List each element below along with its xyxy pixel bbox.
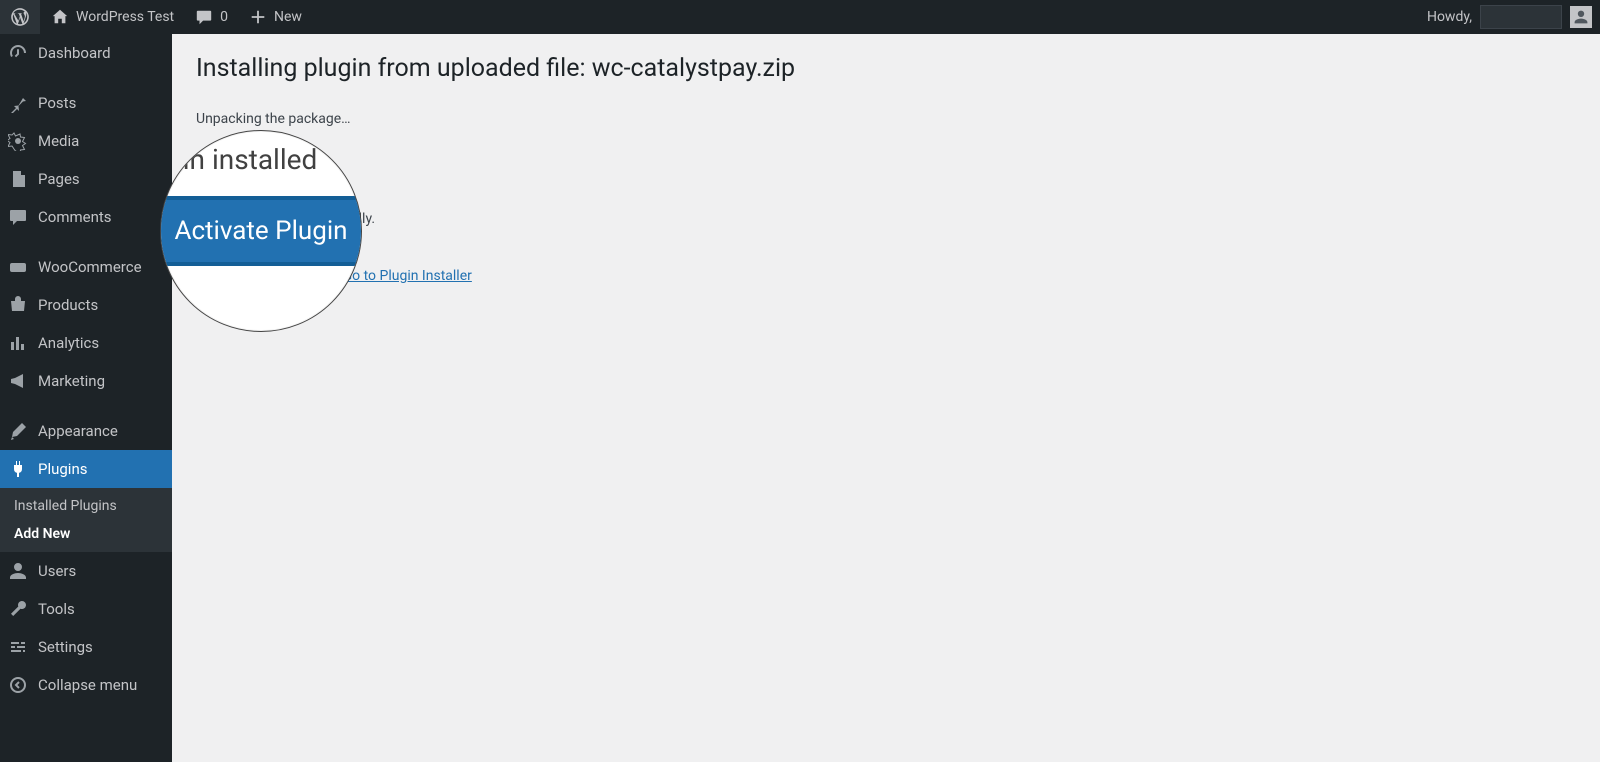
brush-icon bbox=[8, 421, 28, 441]
plugins-submenu: Installed Plugins Add New bbox=[0, 488, 172, 552]
sidebar-item-analytics[interactable]: Analytics bbox=[0, 324, 172, 362]
sidebar-label: Collapse menu bbox=[38, 676, 137, 694]
admin-toolbar-left: WordPress Test 0 New bbox=[0, 0, 312, 34]
sidebar-label: Posts bbox=[38, 94, 76, 112]
sidebar-item-users[interactable]: Users bbox=[0, 552, 172, 590]
sidebar-label: Settings bbox=[38, 638, 93, 656]
sidebar-label: Products bbox=[38, 296, 98, 314]
sliders-icon bbox=[8, 637, 28, 657]
sidebar-item-dashboard[interactable]: Dashboard bbox=[0, 34, 172, 72]
site-title-link[interactable]: WordPress Test bbox=[40, 0, 184, 34]
sidebar-item-appearance[interactable]: Appearance bbox=[0, 412, 172, 450]
sidebar-label: Appearance bbox=[38, 422, 118, 440]
dashboard-icon bbox=[8, 43, 28, 63]
admin-toolbar: WordPress Test 0 New Howdy, bbox=[0, 0, 1600, 34]
sidebar-label: Pages bbox=[38, 170, 80, 188]
username-placeholder[interactable] bbox=[1480, 5, 1562, 29]
sidebar-item-woocommerce[interactable]: WooCommerce bbox=[0, 248, 172, 286]
pin-icon bbox=[8, 93, 28, 113]
user-icon bbox=[8, 561, 28, 581]
home-icon bbox=[50, 7, 70, 27]
sidebar-label: Analytics bbox=[38, 334, 99, 352]
howdy-text: Howdy, bbox=[1427, 9, 1472, 25]
sidebar-label: Tools bbox=[38, 600, 75, 618]
sidebar-item-plugins[interactable]: Plugins bbox=[0, 450, 172, 488]
media-icon bbox=[8, 131, 28, 151]
submenu-installed-plugins[interactable]: Installed Plugins bbox=[0, 492, 172, 520]
sidebar-item-settings[interactable]: Settings bbox=[0, 628, 172, 666]
status-success: Plugin installed successfully. bbox=[196, 211, 1576, 227]
site-title-text: WordPress Test bbox=[76, 9, 174, 25]
zoom-lens-content: gin installed Activate Plugin bbox=[160, 143, 362, 266]
sidebar-label: Media bbox=[38, 132, 79, 150]
menu-separator bbox=[0, 72, 172, 84]
zoom-activate-plugin-button[interactable]: Activate Plugin bbox=[160, 200, 362, 262]
new-label: New bbox=[274, 9, 302, 25]
plus-icon bbox=[248, 7, 268, 27]
sidebar-item-pages[interactable]: Pages bbox=[0, 160, 172, 198]
woocommerce-icon bbox=[8, 257, 28, 277]
menu-separator bbox=[0, 400, 172, 412]
zoom-title-fragment: gin installed bbox=[160, 143, 362, 176]
page-icon bbox=[8, 169, 28, 189]
sidebar-item-collapse[interactable]: Collapse menu bbox=[0, 666, 172, 704]
zoom-lens-overlay: gin installed Activate Plugin bbox=[160, 130, 362, 332]
sidebar-item-posts[interactable]: Posts bbox=[0, 84, 172, 122]
post-install-actions: Activate Plugin Go to Plugin Installer bbox=[196, 261, 1576, 291]
sidebar-label: Comments bbox=[38, 208, 112, 226]
comments-link[interactable]: 0 bbox=[184, 0, 238, 34]
main-content: Installing plugin from uploaded file: wc… bbox=[172, 34, 1600, 762]
submenu-add-new[interactable]: Add New bbox=[0, 520, 172, 548]
wp-logo-menu[interactable] bbox=[0, 0, 40, 34]
zoom-button-frame: Activate Plugin bbox=[160, 196, 362, 266]
sidebar-label: Marketing bbox=[38, 372, 105, 390]
comment-icon bbox=[194, 7, 214, 27]
sidebar-item-marketing[interactable]: Marketing bbox=[0, 362, 172, 400]
new-content-link[interactable]: New bbox=[238, 0, 312, 34]
analytics-icon bbox=[8, 333, 28, 353]
plug-icon bbox=[8, 459, 28, 479]
status-unpacking: Unpacking the package… bbox=[196, 111, 1576, 127]
user-avatar-icon bbox=[1573, 9, 1589, 25]
sidebar-label: Dashboard bbox=[38, 44, 111, 62]
products-icon bbox=[8, 295, 28, 315]
wordpress-logo-icon bbox=[10, 7, 30, 27]
sidebar-item-comments[interactable]: Comments bbox=[0, 198, 172, 236]
admin-sidebar: Dashboard Posts Media Pages Comments Woo… bbox=[0, 34, 172, 762]
comment-icon bbox=[8, 207, 28, 227]
return-to-installer-link[interactable]: Go to Plugin Installer bbox=[343, 268, 472, 284]
collapse-icon bbox=[8, 675, 28, 695]
sidebar-item-products[interactable]: Products bbox=[0, 286, 172, 324]
avatar[interactable] bbox=[1570, 6, 1592, 28]
wrench-icon bbox=[8, 599, 28, 619]
megaphone-icon bbox=[8, 371, 28, 391]
admin-toolbar-right: Howdy, bbox=[1427, 5, 1600, 29]
comments-count: 0 bbox=[220, 9, 228, 25]
page-title: Installing plugin from uploaded file: wc… bbox=[196, 54, 1576, 83]
sidebar-label: Plugins bbox=[38, 460, 87, 478]
sidebar-label: Users bbox=[38, 562, 76, 580]
sidebar-label: WooCommerce bbox=[38, 258, 142, 276]
sidebar-item-media[interactable]: Media bbox=[0, 122, 172, 160]
menu-separator bbox=[0, 236, 172, 248]
status-installing: Installing the plugin… bbox=[196, 161, 1576, 177]
sidebar-item-tools[interactable]: Tools bbox=[0, 590, 172, 628]
